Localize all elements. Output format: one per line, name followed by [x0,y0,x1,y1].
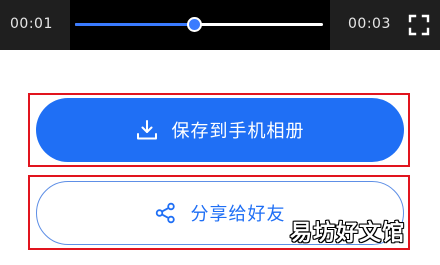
progress-fill [75,23,195,26]
video-player-bar: 00:01 00:03 [0,0,440,50]
total-time: 00:03 [348,16,391,32]
fullscreen-icon[interactable] [408,14,430,36]
save-to-album-button[interactable]: 保存到手机相册 [36,98,404,162]
download-icon [136,120,157,140]
share-icon [155,202,175,224]
current-time: 00:01 [10,16,53,32]
share-button-label: 分享给好友 [190,204,286,225]
watermark-text: 易坊好文馆 [290,221,406,246]
save-button-label: 保存到手机相册 [171,121,305,142]
progress-thumb[interactable] [186,17,202,32]
